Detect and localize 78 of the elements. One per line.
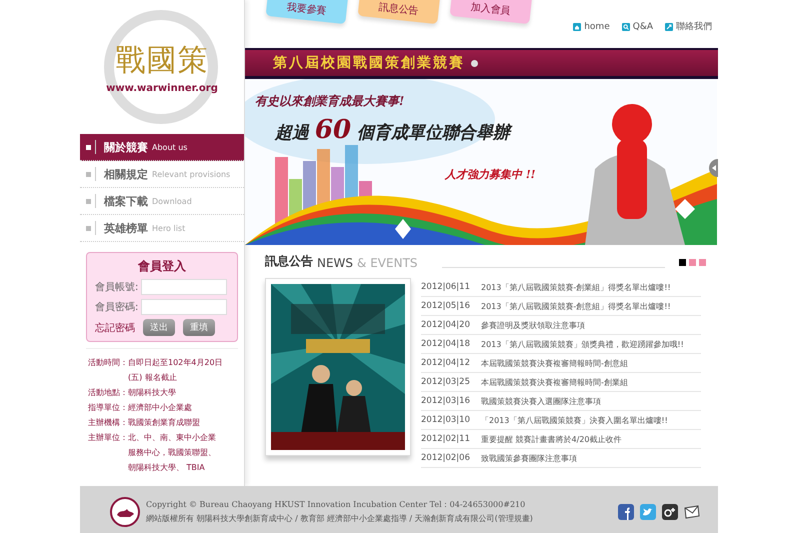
- twitter-icon[interactable]: [640, 504, 656, 520]
- news-link[interactable]: 2013「第八屆戰國策競賽」頒獎典禮，歡迎踴躍參加哦!!: [481, 338, 684, 350]
- top-link[interactable]: 聯絡我們: [676, 20, 712, 33]
- news-link[interactable]: 參賽證明及獎狀領取注意事項: [481, 320, 585, 330]
- news-link[interactable]: 2013「第八屆戰國策競賽-創意組」得獎名單出爐嘍!!: [481, 300, 671, 312]
- nav-item[interactable]: 英雄榜單 Hero list: [80, 215, 244, 242]
- input-field[interactable]: [141, 279, 228, 295]
- nav-english-label: About us: [152, 142, 188, 152]
- info-value: 北、中、南、東中小企業: [128, 432, 216, 443]
- info-value: 朝陽科技大學、 TBIA: [128, 462, 206, 473]
- nav-label: 相關規定: [104, 166, 148, 182]
- news-date: 2012|06|11: [421, 282, 471, 292]
- info-value: 經濟部中小企業處: [128, 402, 192, 413]
- news-date: 2012|03|16: [421, 396, 471, 406]
- previous-arrow-icon[interactable]: [708, 159, 718, 177]
- info-label: 主辦單位：: [88, 432, 128, 444]
- google-plus-icon[interactable]: [662, 504, 678, 520]
- news-date: 2012|03|25: [421, 377, 471, 387]
- news-date: 2012|02|11: [421, 434, 471, 444]
- field-label: 會員帳號:: [95, 280, 138, 294]
- news-link[interactable]: 本屆戰國策競賽決賽複審簡報時間-創意組: [481, 358, 628, 368]
- logo-url: www.warwinner.org: [106, 83, 218, 94]
- info-label: 主辦機構：: [88, 417, 128, 428]
- nav-english-label: Download: [152, 196, 192, 206]
- forgot-password-link[interactable]: 忘記密碼: [95, 320, 135, 334]
- banner-slogan: 人才強力募集中 !!: [445, 167, 536, 182]
- news-date: 2012|04|12: [421, 358, 471, 368]
- info-value: 朝陽科技大學: [128, 387, 176, 398]
- news-subtitle: NEWS: [317, 256, 354, 270]
- top-tab[interactable]: 我要參賽: [266, 0, 348, 24]
- mail-icon[interactable]: [684, 504, 700, 520]
- news-date: 2012|02|06: [421, 453, 471, 463]
- nav-label: 檔案下載: [104, 194, 148, 208]
- news-subtitle-suffix: & EVENTS: [357, 256, 418, 270]
- info-label: 活動地點：: [88, 387, 128, 398]
- info-value: (五) 報名截止: [128, 372, 178, 383]
- login-title: 會員登入: [137, 258, 187, 275]
- copyright-text: Copyright © Bureau Chaoyang HKUST Innovation Incubation Center Tel：04-24653000#210: [146, 499, 526, 510]
- nav-label: 英雄榜單: [104, 220, 148, 236]
- banner-headline: 有史以來創業育成最大賽事!: [255, 93, 404, 110]
- facebook-icon[interactable]: [618, 504, 634, 520]
- bullet-icon: [471, 60, 478, 66]
- news-link[interactable]: 2013「第八屆戰國策競賽-創業組」得獎名單出爐嘍!!: [481, 282, 671, 292]
- home-icon: [573, 22, 582, 30]
- seal-logo-icon: [110, 496, 140, 526]
- arrow-icon: [665, 22, 673, 30]
- news-link[interactable]: 重要提醒 競賽計畫書將於4/20截止收件: [481, 434, 622, 444]
- news-date: 2012|05|16: [421, 301, 471, 311]
- nav-label: 關於競賽: [104, 140, 148, 154]
- nav-item[interactable]: 關於競賽 About us: [80, 134, 244, 161]
- info-value: 戰國策創業育成聯盟: [128, 417, 200, 428]
- nav-item[interactable]: 相關規定 Relevant provisions: [80, 161, 244, 188]
- top-link[interactable]: home: [584, 22, 610, 32]
- news-date: 2012|03|10: [421, 415, 471, 425]
- top-tab[interactable]: 訊息公告: [358, 0, 440, 24]
- news-link[interactable]: 「2013「第八屆戰國策競賽」決賽入圍名單出爐嘍!!: [481, 414, 668, 426]
- info-value: 服務中心，戰國策聯盟、: [128, 447, 216, 458]
- news-link[interactable]: 致戰國策參賽團隊注意事項: [481, 452, 577, 464]
- contest-title: 第八屆校園戰國策創業競賽: [273, 54, 465, 72]
- top-link[interactable]: Q&A: [632, 22, 653, 32]
- nav-english-label: Relevant provisions: [152, 170, 230, 178]
- search-icon: [622, 22, 630, 30]
- field-label: 會員密碼:: [95, 300, 138, 314]
- news-link[interactable]: 本屆戰國策競賽決賽複審簡報時間-創業組: [481, 376, 628, 388]
- top-tab[interactable]: 加入會員: [450, 0, 532, 24]
- news-date: 2012|04|20: [421, 320, 471, 330]
- news-title: 訊息公告: [265, 253, 313, 270]
- info-value: 自即日起至102年4月20日: [128, 357, 223, 368]
- news-date: 2012|04|18: [421, 339, 471, 349]
- banner-title: 超過 60 個育成單位聯合舉辦: [275, 115, 510, 145]
- info-label: 活動時間：: [88, 357, 128, 369]
- credits-text: 網站版權所有 朝陽科技大學創新育成中心 / 教育部 經濟部中小企業處指導 / 天瀚創新育成有限公司(管理規畫): [146, 513, 534, 524]
- nav-item[interactable]: 檔案下載 Download: [80, 188, 244, 215]
- logo-title: 戰國策: [116, 42, 208, 80]
- nav-english-label: Hero list: [152, 224, 186, 232]
- news-link[interactable]: 戰國策競賽決賽入選團隊注意事項: [481, 396, 601, 406]
- info-label: 指導單位：: [88, 402, 128, 413]
- input-field[interactable]: [141, 299, 228, 315]
